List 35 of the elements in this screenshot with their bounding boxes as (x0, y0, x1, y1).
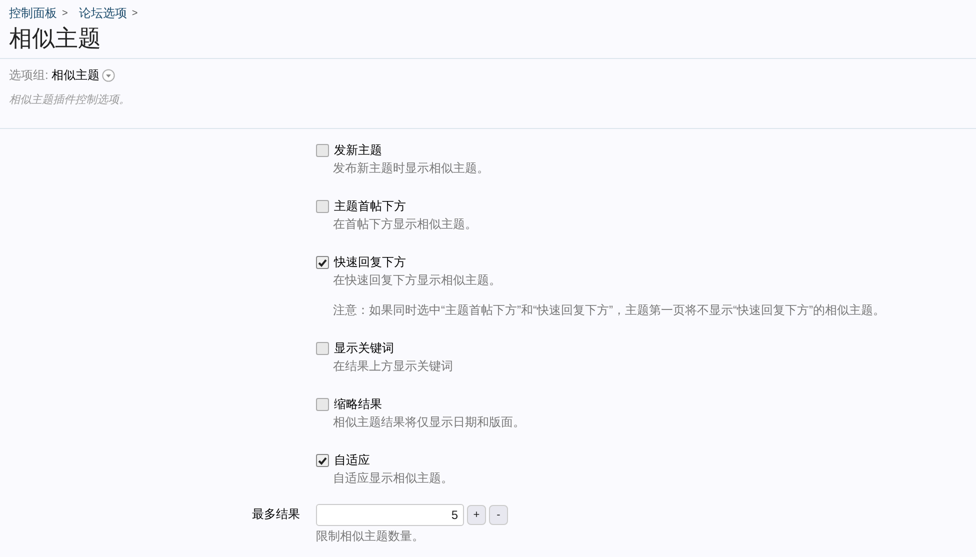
option-hint: 相似主题结果将仅显示日期和版面。 (332, 415, 526, 430)
checkbox[interactable] (316, 256, 329, 269)
checkbox[interactable] (316, 342, 329, 355)
option-hint: 在快速回复下方显示相似主题。 (332, 273, 502, 288)
breadcrumb-link[interactable]: 控制面板 (9, 6, 57, 21)
option-hint: 自适应显示相似主题。 (332, 471, 454, 486)
field-label: 最多结果 (251, 506, 300, 523)
option-group-label: 选项组: (9, 68, 48, 83)
option-label[interactable]: 主题首帖下方 (334, 199, 406, 214)
option-label[interactable]: 自适应 (334, 453, 370, 468)
checkmark-icon (318, 258, 327, 266)
checkbox[interactable] (316, 144, 329, 157)
checkbox[interactable] (316, 200, 329, 213)
option-hint: 在首帖下方显示相似主题。 (332, 217, 478, 232)
number-field[interactable]: 5 (316, 504, 464, 526)
option-group-value: 相似主题 (51, 68, 100, 83)
option-label[interactable]: 显示关键词 (334, 341, 394, 356)
option-label[interactable]: 缩略结果 (334, 397, 382, 412)
option-hint: 发布新主题时显示相似主题。 (332, 161, 490, 176)
breadcrumb-link[interactable]: 论坛选项 (78, 6, 127, 21)
option-label[interactable]: 快速回复下方 (334, 255, 406, 270)
checkbox[interactable] (316, 398, 329, 411)
breadcrumb-separator: > (132, 7, 138, 21)
checkmark-icon (318, 456, 327, 464)
option-note: 注意：如果同时选中“主题首帖下方”和“快速回复下方”，主题第一页将不显示“快速回复下方”的相似主题。 (332, 303, 886, 318)
option-hint: 在结果上方显示关键词 (332, 359, 454, 374)
group-description: 相似主题插件控制选项。 (9, 93, 131, 108)
checkbox[interactable] (316, 454, 329, 467)
breadcrumb-separator: > (62, 7, 68, 21)
dropdown-caret-icon[interactable] (102, 69, 116, 82)
decrement-button[interactable]: - (489, 505, 508, 525)
option-label[interactable]: 发新主题 (334, 143, 382, 158)
field-hint: 限制相似主题数量。 (316, 529, 425, 544)
page-title: 相似主题 (9, 24, 102, 52)
increment-button[interactable]: + (467, 505, 486, 525)
